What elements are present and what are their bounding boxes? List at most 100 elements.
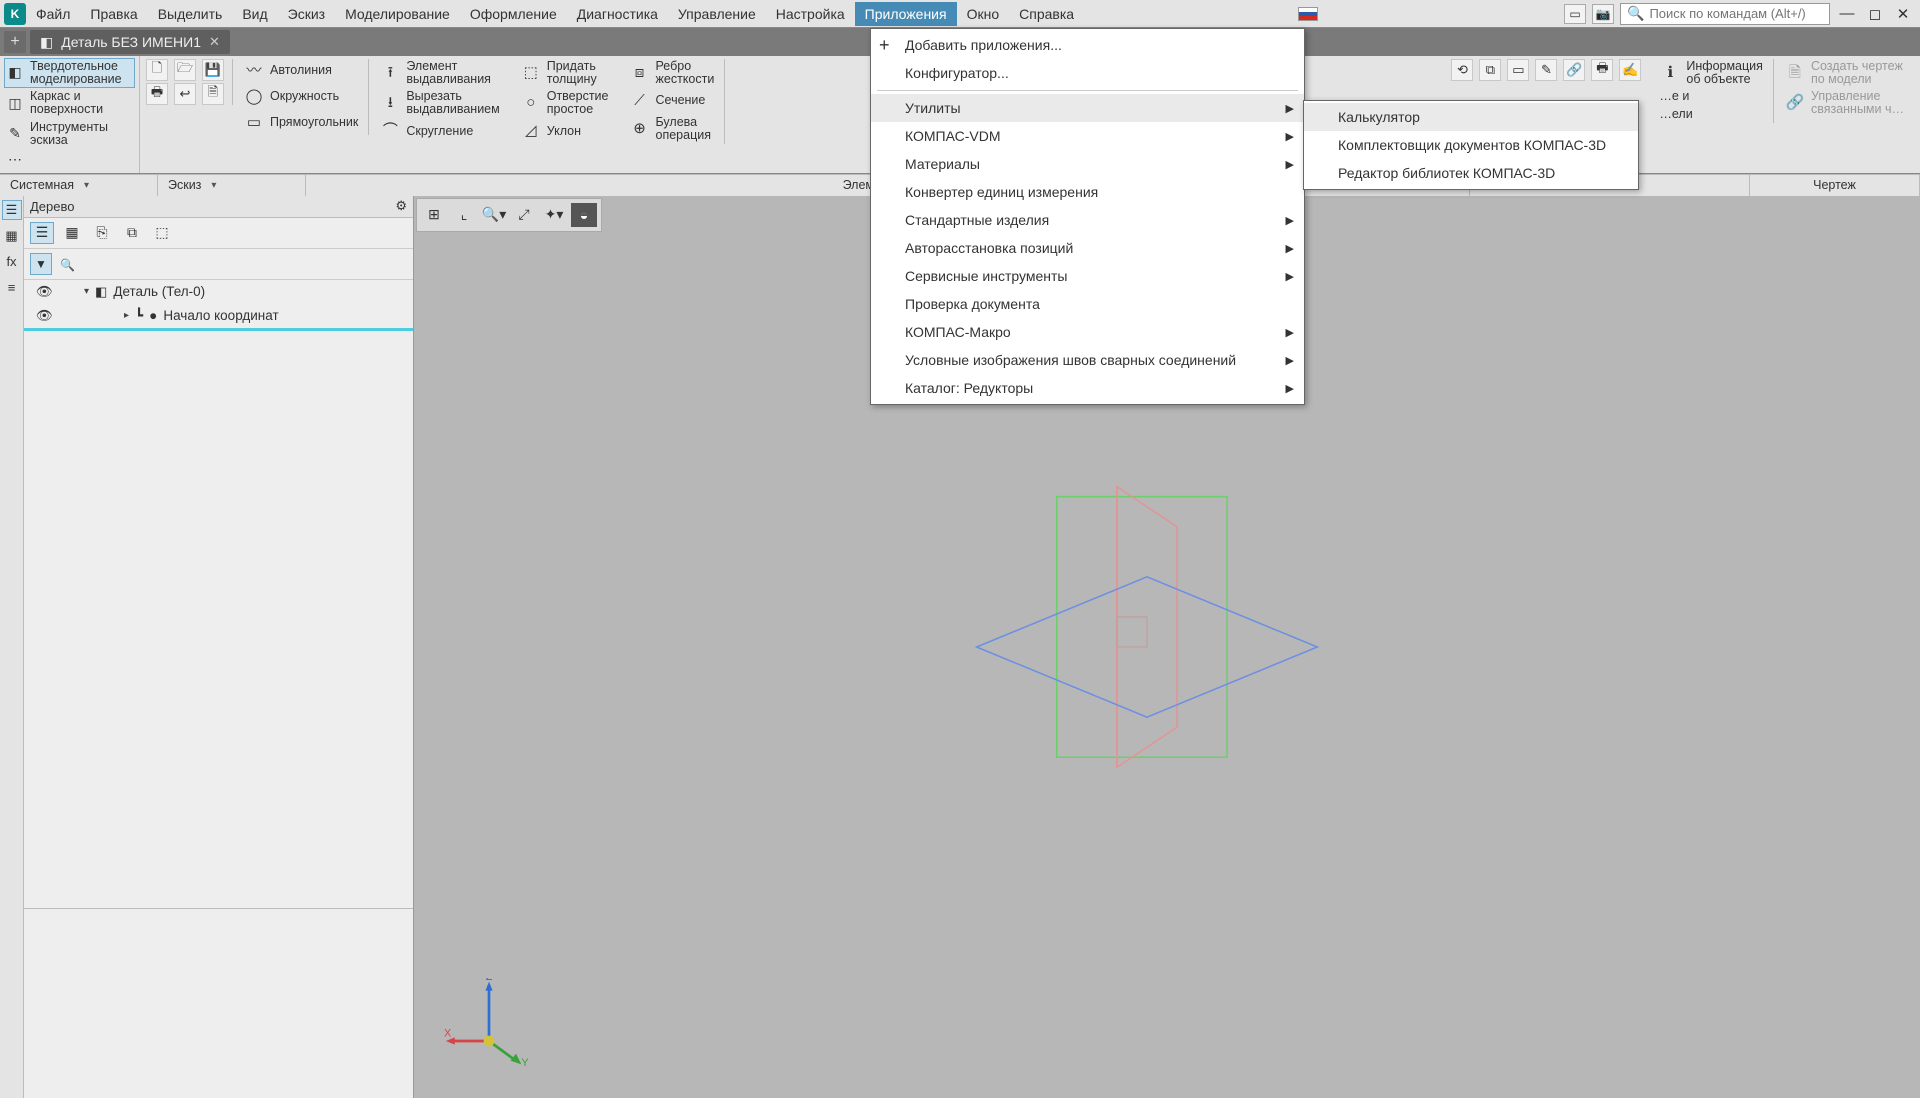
menu-applications[interactable]: Приложения [855, 2, 957, 26]
minimize-button[interactable]: ― [1836, 3, 1858, 25]
misc-icon-1[interactable]: ⟲ [1451, 59, 1473, 81]
visibility-icon[interactable]: 👁 [36, 308, 53, 324]
manage-linked-button[interactable]: 🔗Управлениесвязанными ч… [1782, 89, 1906, 117]
tree-child-origin[interactable]: 👁 ▸ ┗ ● Начало координат [24, 304, 413, 328]
hole-icon: ○ [520, 92, 542, 114]
menu-modeling[interactable]: Моделирование [335, 2, 460, 26]
caret-icon[interactable]: ▸ [124, 310, 129, 321]
menu-weld-symbols[interactable]: Условные изображения швов сварных соедин… [871, 346, 1304, 374]
misc-icon-7[interactable]: ✍ [1619, 59, 1641, 81]
menu-standard-parts[interactable]: Стандартные изделия▶ [871, 206, 1304, 234]
command-search[interactable]: 🔍 [1620, 3, 1830, 25]
menu-auto-positions[interactable]: Авторасстановка позиций▶ [871, 234, 1304, 262]
camera-icon[interactable]: 📷 [1592, 4, 1614, 24]
create-drawing-button[interactable]: 🗎Создать чертежпо модели [1782, 59, 1906, 87]
menu-kompas-vdm[interactable]: КОМПАС-VDM▶ [871, 122, 1304, 150]
undo-button[interactable]: ↩ [174, 83, 196, 105]
properties-button[interactable]: 🗎 [202, 83, 224, 105]
stack-vars-icon[interactable]: ≡ [2, 278, 22, 298]
stack-layers-icon[interactable]: ▦ [2, 226, 22, 246]
maximize-button[interactable]: ◻ [1864, 3, 1886, 25]
footer-sketch[interactable]: Эскиз▾ [158, 175, 306, 196]
tree-tb-1[interactable]: ☰ [30, 222, 54, 244]
misc-icon-3[interactable]: ▭ [1507, 59, 1529, 81]
misc-icon-5[interactable]: 🔗 [1563, 59, 1585, 81]
thicken-button[interactable]: ⬚Придатьтолщину [518, 59, 611, 87]
draft-button[interactable]: ◿Уклон [518, 120, 611, 144]
mode-wireframe[interactable]: ◫ Каркас иповерхности [4, 88, 135, 118]
menu-view[interactable]: Вид [232, 2, 277, 26]
mode-solid[interactable]: ◧ Твердотельноемоделирование [4, 58, 135, 88]
menu-utilities[interactable]: Утилиты▶ [871, 94, 1304, 122]
open-file-button[interactable]: 🗁 [174, 59, 196, 81]
menu-format[interactable]: Оформление [460, 2, 567, 26]
rectangle-button[interactable]: ▭Прямоугольник [241, 111, 360, 135]
menu-select[interactable]: Выделить [148, 2, 233, 26]
footer-system[interactable]: Системная▾ [0, 175, 158, 196]
menu-window[interactable]: Окно [957, 2, 1010, 26]
menu-manage[interactable]: Управление [668, 2, 766, 26]
footer-drawing[interactable]: Чертеж [1750, 175, 1920, 196]
new-tab-button[interactable]: + [4, 31, 26, 53]
misc-icon-4[interactable]: ✎ [1535, 59, 1557, 81]
section-button[interactable]: ⟋Сечение [627, 89, 717, 113]
hole-button[interactable]: ○Отверстиепростое [518, 89, 611, 117]
autoline-button[interactable]: 〰Автолиния [241, 59, 360, 83]
print-button[interactable]: 🖶 [146, 83, 168, 105]
menu-settings[interactable]: Настройка [766, 2, 855, 26]
menu-help[interactable]: Справка [1009, 2, 1084, 26]
menu-add-apps[interactable]: +Добавить приложения... [871, 31, 1304, 59]
rib-button[interactable]: ⧈Реброжесткости [627, 59, 717, 87]
mode-sketch-tools[interactable]: ✎ Инструментыэскиза [4, 119, 135, 149]
orientation-triad[interactable]: Z X Y [444, 978, 534, 1068]
save-file-button[interactable]: 💾 [202, 59, 224, 81]
fillet-button[interactable]: ⌒Скругление [377, 120, 501, 144]
menu-configurator[interactable]: Конфигуратор... [871, 59, 1304, 87]
close-button[interactable]: ✕ [1892, 3, 1914, 25]
tree-tb-3[interactable]: ⎘ [90, 222, 114, 244]
cut-extrude-button[interactable]: ⭳Вырезатьвыдавливанием [377, 89, 501, 117]
extrude-button[interactable]: ⭱Элементвыдавливания [377, 59, 501, 87]
tree-search-input[interactable] [58, 256, 407, 271]
tree-tb-2[interactable]: ▦ [60, 222, 84, 244]
mode-more[interactable]: ⋯ [4, 149, 135, 171]
document-tab[interactable]: ◧ Деталь БЕЗ ИМЕНИ1 ✕ [30, 30, 230, 54]
menu-service-tools[interactable]: Сервисные инструменты▶ [871, 262, 1304, 290]
stack-fx-icon[interactable]: fx [2, 252, 22, 272]
circle-button[interactable]: ◯Окружность [241, 85, 360, 109]
menu-sketch[interactable]: Эскиз [278, 2, 335, 26]
layout-icon[interactable]: ▭ [1564, 4, 1586, 24]
truncated-btn-2[interactable]: …ели [1657, 107, 1765, 123]
submenu-doc-assembler[interactable]: Комплектовщик документов КОМПАС-3D [1304, 131, 1638, 159]
menu-kompas-macro[interactable]: КОМПАС-Макро▶ [871, 318, 1304, 346]
menu-unit-converter[interactable]: Конвертер единиц измерения [871, 178, 1304, 206]
stack-tree-icon[interactable]: ☰ [2, 200, 22, 220]
truncated-btn-1[interactable]: …е и [1657, 89, 1765, 105]
submenu-arrow-icon: ▶ [1286, 130, 1294, 143]
tree-root[interactable]: 👁 ▾ ◧ Деталь (Тел-0) [24, 280, 413, 304]
submenu-lib-editor[interactable]: Редактор библиотек КОМПАС-3D [1304, 159, 1638, 187]
tree-settings-icon[interactable]: ⚙ [395, 198, 407, 214]
tree-tb-5[interactable]: ⬚ [150, 222, 174, 244]
menu-materials[interactable]: Материалы▶ [871, 150, 1304, 178]
tree-tb-4[interactable]: ⧉ [120, 222, 144, 244]
plus-icon: + [879, 35, 890, 56]
menu-catalog-reducers[interactable]: Каталог: Редукторы▶ [871, 374, 1304, 402]
object-info-button[interactable]: ℹИнформацияоб объекте [1657, 59, 1765, 87]
new-file-button[interactable]: 🗋 [146, 59, 168, 81]
menu-edit[interactable]: Правка [80, 2, 147, 26]
language-flag-icon[interactable] [1298, 7, 1318, 21]
submenu-calculator[interactable]: Калькулятор [1304, 103, 1638, 131]
menu-doc-check[interactable]: Проверка документа [871, 290, 1304, 318]
misc-icon-6[interactable]: 🖶 [1591, 59, 1613, 81]
tab-close-icon[interactable]: ✕ [209, 34, 220, 50]
boolean-button[interactable]: ⊕Булеваоперация [627, 115, 717, 143]
misc-icon-2[interactable]: ⧉ [1479, 59, 1501, 81]
submenu-arrow-icon: ▶ [1286, 214, 1294, 227]
menu-diagnostics[interactable]: Диагностика [567, 2, 668, 26]
menu-file[interactable]: Файл [26, 2, 80, 26]
visibility-icon[interactable]: 👁 [36, 284, 53, 300]
search-input[interactable] [1649, 6, 1825, 21]
caret-icon[interactable]: ▾ [84, 286, 89, 297]
filter-icon[interactable]: ▼ [30, 253, 52, 275]
